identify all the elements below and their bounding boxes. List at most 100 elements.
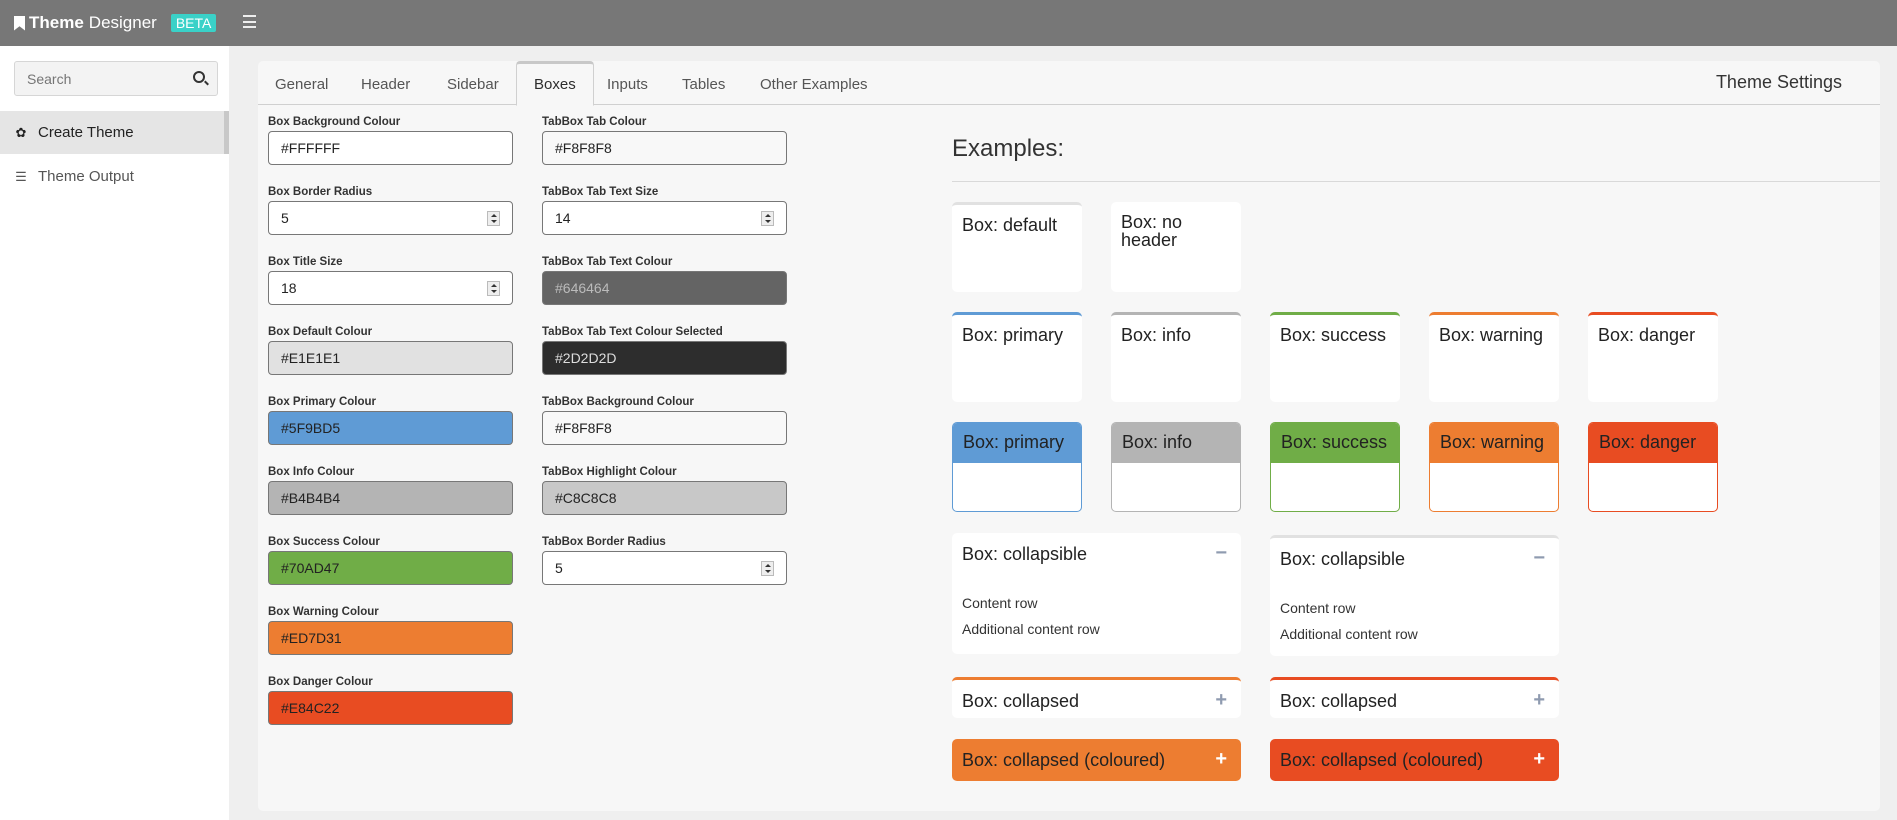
field-label: TabBox Tab Colour [542,116,647,128]
colour-input[interactable]: #2D2D2D [542,341,787,375]
list-icon: ☰ [15,168,27,184]
colour-input[interactable]: #F8F8F8 [542,131,787,165]
expand-plus-icon[interactable]: + [1215,748,1227,771]
collapse-minus-icon[interactable]: − [1215,542,1227,565]
field-label: Box Border Radius [268,186,373,198]
field-value: 18 [281,280,297,296]
field-value: #C8C8C8 [555,490,617,506]
example-box-info: Box: info [1111,312,1241,402]
expand-plus-icon[interactable]: + [1215,689,1227,712]
field-label: TabBox Background Colour [542,396,694,408]
bookmark-icon [14,15,25,31]
field-label: TabBox Tab Text Colour [542,256,673,268]
sidebar-item-label: Theme Output [38,168,134,185]
app-title-bold: Theme [29,13,84,32]
search-icon[interactable] [193,71,205,83]
box-title: Box: success [1280,325,1387,345]
colour-input[interactable]: #FFFFFF [268,131,513,165]
tab-inputs[interactable]: Inputs [590,61,665,106]
field-value: 5 [555,560,563,576]
sidebar-search [14,61,218,96]
field-value: #646464 [555,280,610,296]
example-box-warning: Box: warning [1429,312,1559,402]
colour-input[interactable]: #ED7D31 [268,621,513,655]
sidebar-item-theme-output[interactable]: ☰ Theme Output [0,155,229,198]
example-box-solid-success: Box: success [1270,422,1400,512]
app-title-rest: Designer [88,13,157,32]
box-title: Box: collapsed (coloured) [1280,750,1484,770]
tab-general[interactable]: General [258,61,345,106]
field-label: Box Warning Colour [268,606,379,618]
settings-panel: General Header Sidebar Boxes Inputs Tabl… [258,61,1880,811]
field-value: #ED7D31 [281,630,342,646]
sidebar-item-create-theme[interactable]: ✿ Create Theme [0,111,229,154]
box-header: Box: primary [953,423,1081,463]
search-input[interactable] [15,62,175,95]
box-header: Box: success [1271,423,1399,463]
example-box-collapsed: Box: collapsed + [952,677,1241,718]
box-title: Box: collapsed (coloured) [962,750,1166,770]
colour-input[interactable]: #F8F8F8 [542,411,787,445]
expand-plus-icon[interactable]: + [1533,748,1545,771]
example-box-collapsible: Box: collapsible − Content row Additional c… [1270,535,1559,656]
collapse-minus-icon[interactable]: − [1533,547,1545,570]
box-header: Box: danger [1589,423,1717,463]
tab-header[interactable]: Header [344,61,427,106]
colour-input[interactable]: #70AD47 [268,551,513,585]
box-title: Box: primary [962,325,1064,345]
field-label: TabBox Tab Text Colour Selected [542,326,723,338]
tab-other-examples[interactable]: Other Examples [743,61,885,106]
number-input[interactable]: 5 [542,551,787,585]
colour-input[interactable]: #B4B4B4 [268,481,513,515]
box-title: Box: danger [1598,325,1696,345]
spinner-arrows-icon[interactable] [761,211,774,226]
example-box-no-header: Box: no header [1111,202,1241,292]
colour-input[interactable]: #646464 [542,271,787,305]
field-label: Box Title Size [268,256,343,268]
expand-plus-icon[interactable]: + [1533,689,1545,712]
box-title: Box: collapsible [962,544,1088,564]
box-title: Box: no header [1121,212,1183,250]
box-title: Box: collapsed [1280,691,1398,711]
box-title: Box: collapsible [1280,549,1406,569]
spinner-arrows-icon[interactable] [761,561,774,576]
field-value: #F8F8F8 [555,140,612,156]
colour-input[interactable]: #5F9BD5 [268,411,513,445]
spinner-arrows-icon[interactable] [487,211,500,226]
field-label: Box Info Colour [268,466,355,478]
number-input[interactable]: 14 [542,201,787,235]
sidebar: ✿ Create Theme ☰ Theme Output [0,46,229,820]
example-box-solid-danger: Box: danger [1588,422,1718,512]
example-box-collapsible: Box: collapsible − Content row Additional c… [952,533,1241,654]
colour-input[interactable]: #E1E1E1 [268,341,513,375]
number-input[interactable]: 5 [268,201,513,235]
example-box-collapsed-coloured: Box: collapsed (coloured) + [952,739,1241,781]
field-label: Box Default Colour [268,326,373,338]
top-navbar: Theme Designer BETA [0,0,1897,46]
spinner-arrows-icon[interactable] [487,281,500,296]
content-row: Additional content row [962,621,1100,637]
example-box-primary: Box: primary [952,312,1082,402]
tab-tables[interactable]: Tables [665,61,742,106]
example-box-collapsed-coloured: Box: collapsed (coloured) + [1270,739,1559,781]
field-label: TabBox Border Radius [542,536,666,548]
hamburger-icon[interactable] [243,15,256,28]
field-value: #FFFFFF [281,140,341,156]
field-label: Box Background Colour [268,116,401,128]
panel-title: Theme Settings [1715,72,1842,92]
content-row: Additional content row [1280,626,1418,642]
tab-sidebar[interactable]: Sidebar [430,61,516,106]
app-brand[interactable]: Theme Designer BETA [14,0,217,46]
content-row: Content row [1280,600,1356,616]
colour-input[interactable]: #C8C8C8 [542,481,787,515]
field-value: #2D2D2D [555,350,617,366]
tab-bar: General Header Sidebar Boxes Inputs Tabl… [258,61,1880,106]
field-label: TabBox Highlight Colour [542,466,677,478]
number-input[interactable]: 18 [268,271,513,305]
tab-boxes[interactable]: Boxes [516,61,594,106]
field-value: #E1E1E1 [281,350,341,366]
field-value: 5 [281,210,289,226]
beta-badge: BETA [170,14,217,32]
box-header: Box: warning [1430,423,1558,463]
colour-input[interactable]: #E84C22 [268,691,513,725]
